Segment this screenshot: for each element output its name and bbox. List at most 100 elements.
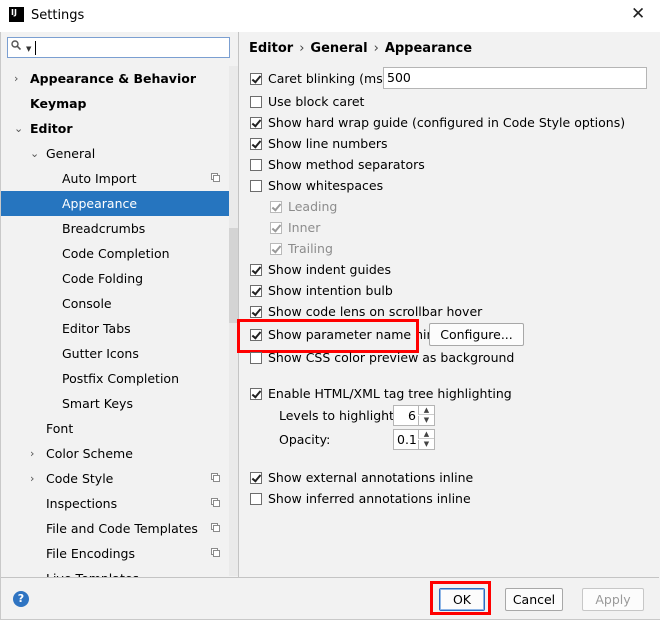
levels-spinner[interactable]: 6 ▲ ▼ — [393, 405, 435, 426]
tree-item[interactable]: › Code Style — [0, 466, 229, 491]
parameter-hints-checkbox[interactable] — [250, 329, 262, 341]
tree-item[interactable]: Keymap — [0, 91, 229, 116]
tree-item[interactable]: Smart Keys — [0, 391, 229, 416]
tree-item-label: Appearance & Behavior — [30, 71, 196, 86]
tree-item-label: File Encodings — [46, 546, 136, 561]
tree-item-label: Font — [46, 421, 74, 436]
opacity-value[interactable]: 0.1 — [397, 430, 417, 449]
tree-item-label: Appearance — [62, 196, 138, 211]
chevron-down-icon[interactable]: ⌄ — [30, 141, 39, 166]
tree-item[interactable]: › Color Scheme — [0, 441, 229, 466]
caret-blinking-label: Caret blinking (ms): — [268, 71, 392, 86]
project-settings-icon — [211, 473, 220, 482]
block-caret-label: Use block caret — [268, 94, 365, 109]
spinner-up-icon[interactable]: ▲ — [418, 430, 434, 439]
tree-item[interactable]: Code Completion — [0, 241, 229, 266]
help-icon[interactable]: ? — [13, 591, 29, 607]
intention-bulb-label: Show intention bulb — [268, 283, 393, 298]
breadcrumb-editor: Editor — [249, 41, 294, 56]
tree-item[interactable]: ⌄ Editor — [0, 116, 229, 141]
inferred-annotations-checkbox[interactable] — [250, 493, 262, 505]
tree-item-label: Live Templates — [46, 566, 139, 577]
project-settings-icon — [211, 498, 220, 507]
whitespaces-checkbox[interactable] — [250, 180, 262, 192]
method-separators-checkbox[interactable] — [250, 159, 262, 171]
hard-wrap-checkbox[interactable] — [250, 117, 262, 129]
whitespaces-label: Show whitespaces — [268, 178, 384, 193]
chevron-right-icon[interactable]: › — [30, 466, 34, 491]
tree-item-label: General — [46, 146, 96, 161]
code-lens-checkbox[interactable] — [250, 306, 262, 318]
tree-item[interactable]: Font — [0, 416, 229, 441]
breadcrumb-separator-icon: › — [299, 41, 305, 56]
tree-item-label: Auto Import — [62, 171, 137, 186]
tree-item[interactable]: Editor Tabs — [0, 316, 229, 341]
title-bar: IJ Settings ✕ — [0, 0, 660, 32]
caret-blinking-checkbox[interactable] — [250, 73, 262, 85]
parameter-hints-label: Show parameter name hints — [268, 327, 446, 342]
search-field[interactable]: ▼ — [7, 37, 230, 58]
tree-item-label: Editor Tabs — [62, 321, 131, 336]
tree-item-label: Gutter Icons — [62, 346, 139, 361]
tree-item-label: Code Style — [46, 471, 114, 486]
code-lens-label: Show code lens on scrollbar hover — [268, 304, 483, 319]
project-settings-icon — [211, 548, 220, 557]
spinner-down-icon[interactable]: ▼ — [418, 440, 434, 449]
tree-item-label: Code Completion — [62, 246, 170, 261]
ok-button[interactable]: OK — [439, 588, 485, 611]
chevron-down-icon[interactable]: ⌄ — [14, 116, 23, 141]
indent-guides-checkbox[interactable] — [250, 264, 262, 276]
css-color-label: Show CSS color preview as background — [268, 350, 515, 365]
cancel-button[interactable]: Cancel — [505, 588, 563, 611]
project-settings-icon — [211, 173, 220, 182]
spinner-down-icon[interactable]: ▼ — [418, 416, 434, 425]
tree-item[interactable]: Breadcrumbs — [0, 216, 229, 241]
opacity-label: Opacity: — [279, 432, 331, 447]
leading-checkbox — [270, 201, 282, 213]
chevron-right-icon[interactable]: › — [14, 66, 18, 91]
trailing-label: Trailing — [288, 241, 333, 256]
tree-item-label: Breadcrumbs — [62, 221, 146, 236]
line-numbers-checkbox[interactable] — [250, 138, 262, 150]
tree-item[interactable]: › Appearance & Behavior — [0, 66, 229, 91]
trailing-checkbox — [270, 243, 282, 255]
configure-button[interactable]: Configure... — [429, 323, 524, 346]
tree-item[interactable]: Gutter Icons — [0, 341, 229, 366]
tree-item[interactable]: Live Templates — [0, 566, 229, 577]
intellij-app-icon: IJ — [9, 7, 24, 22]
tree-item[interactable]: Auto Import — [0, 166, 229, 191]
search-options-chevron-icon[interactable]: ▼ — [26, 45, 31, 53]
dialog-button-bar: ? OK Cancel Apply — [0, 577, 659, 620]
breadcrumb-appearance: Appearance — [384, 41, 473, 56]
tag-tree-checkbox[interactable] — [250, 388, 262, 400]
tree-item[interactable]: Postfix Completion — [0, 366, 229, 391]
css-color-checkbox[interactable] — [250, 352, 262, 364]
settings-sidebar: ▼ › Appearance & Behavior Keymap ⌄ Editor ⌄ Ge… — [0, 32, 239, 577]
opacity-spinner[interactable]: 0.1 ▲ ▼ — [393, 429, 435, 450]
line-numbers-label: Show line numbers — [268, 136, 388, 151]
tree-item-label: Code Folding — [62, 271, 144, 286]
tree-item[interactable]: Console — [0, 291, 229, 316]
tree-item[interactable]: Appearance — [0, 191, 229, 216]
tree-item[interactable]: File Encodings — [0, 541, 229, 566]
tree-item[interactable]: File and Code Templates — [0, 516, 229, 541]
chevron-right-icon[interactable]: › — [30, 441, 34, 466]
tag-tree-label: Enable HTML/XML tag tree highlighting — [268, 386, 512, 401]
sidebar-scrollbar-thumb[interactable] — [229, 228, 238, 323]
intention-bulb-checkbox[interactable] — [250, 285, 262, 297]
tree-item[interactable]: Inspections — [0, 491, 229, 516]
block-caret-checkbox[interactable] — [250, 96, 262, 108]
caret-blinking-input[interactable]: 500 — [383, 67, 647, 89]
tree-item[interactable]: ⌄ General — [0, 141, 229, 166]
spinner-up-icon[interactable]: ▲ — [418, 406, 434, 415]
tree-item-label: Console — [62, 296, 112, 311]
settings-content: Editor › General › Appearance Caret blinking… — [237, 32, 659, 577]
tree-item-label: Smart Keys — [62, 396, 133, 411]
external-annotations-checkbox[interactable] — [250, 472, 262, 484]
tree-item-label: Editor — [30, 121, 73, 136]
search-input[interactable] — [35, 39, 225, 56]
levels-value[interactable]: 6 — [408, 406, 416, 425]
search-icon — [11, 40, 21, 50]
tree-item[interactable]: Code Folding — [0, 266, 229, 291]
close-icon[interactable]: ✕ — [631, 4, 645, 24]
